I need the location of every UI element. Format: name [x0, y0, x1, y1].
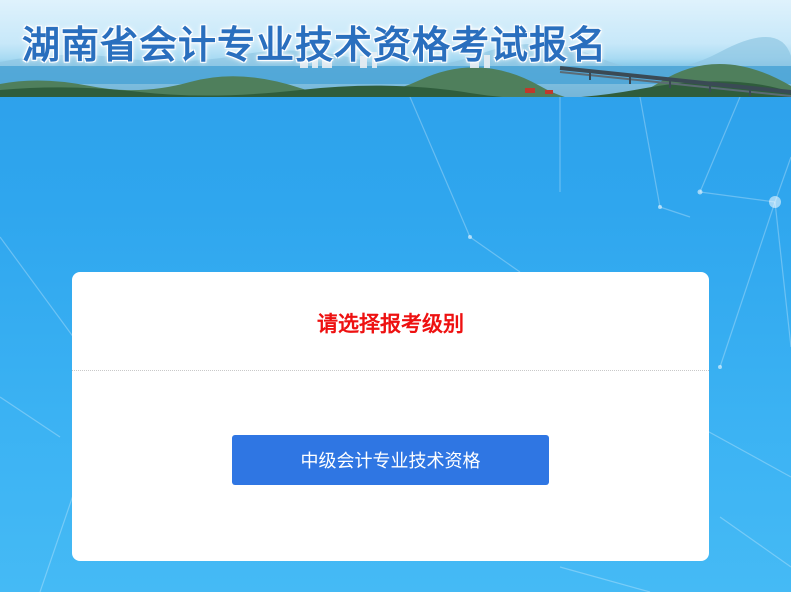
level-selection-card: 请选择报考级别 中级会计专业技术资格 — [72, 272, 709, 561]
card-title: 请选择报考级别 — [317, 312, 464, 336]
intermediate-accounting-button[interactable]: 中级会计专业技术资格 — [232, 435, 549, 485]
banner-title: 湖南省会计专业技术资格考试报名 — [22, 23, 608, 67]
header-banner: 湖南省会计专业技术资格考试报名 — [0, 0, 791, 97]
card-divider — [72, 370, 709, 371]
